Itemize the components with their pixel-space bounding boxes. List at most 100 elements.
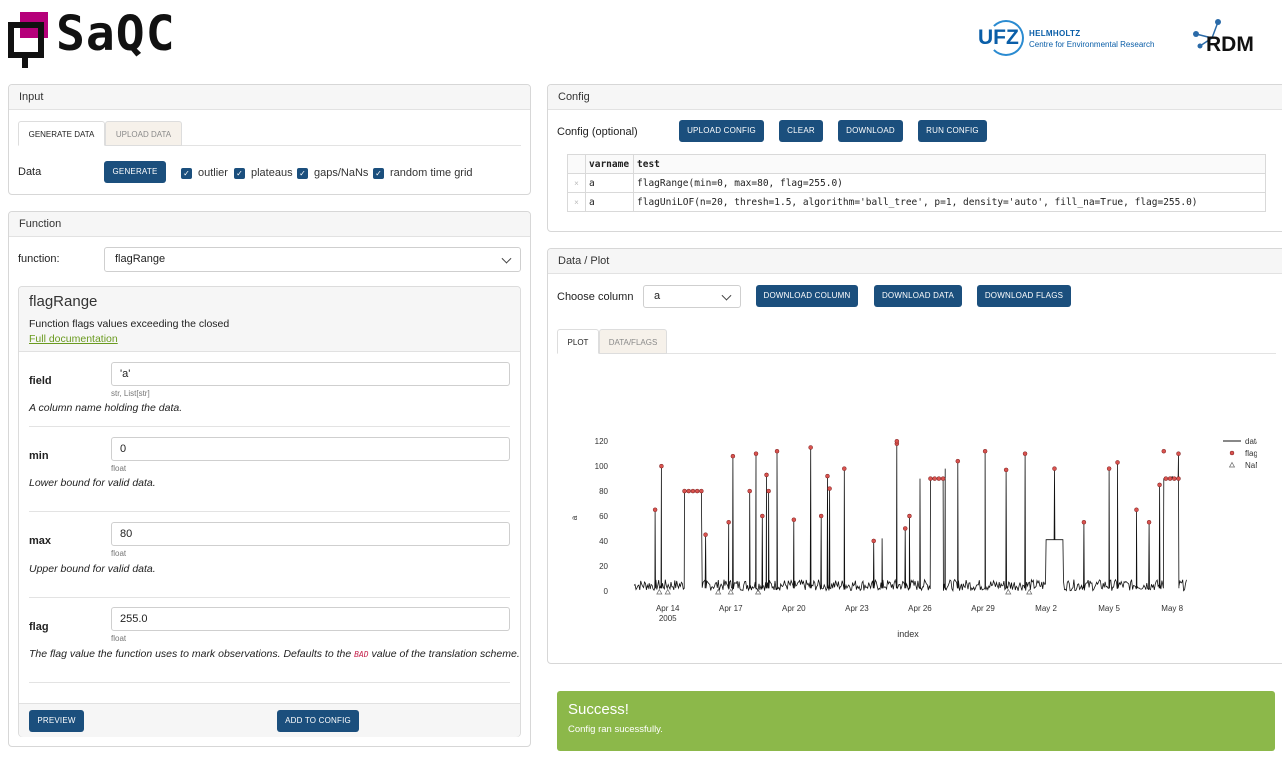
flag-point bbox=[955, 458, 961, 464]
ufz-logo-arc bbox=[988, 20, 1024, 56]
checkbox-plateaus[interactable]: ✓ plateaus bbox=[234, 166, 293, 180]
x-tick-label: Apr 29 bbox=[971, 604, 995, 613]
param-input-field[interactable]: 'a' bbox=[111, 362, 510, 386]
download-column-button[interactable]: DOWNLOAD COLUMN bbox=[756, 285, 858, 307]
flag-point bbox=[827, 486, 832, 491]
checkbox-label: random time grid bbox=[390, 167, 473, 179]
generate-button[interactable]: GENERATE bbox=[104, 161, 166, 183]
delete-row-icon[interactable]: × bbox=[567, 192, 586, 212]
function-panel-title: Function bbox=[9, 212, 530, 237]
tab-plot[interactable]: PLOT bbox=[557, 329, 599, 354]
flag-point bbox=[808, 445, 813, 450]
table-cell[interactable]: flagUniLOF(n=20, thresh=1.5, algorithm='… bbox=[633, 192, 1266, 212]
legend-marker-flags bbox=[1229, 450, 1235, 456]
x-tick-label: May 2 bbox=[1035, 604, 1057, 613]
run-config-button[interactable]: RUN CONFIG bbox=[918, 120, 987, 142]
tab-generate-data[interactable]: GENERATE DATA bbox=[18, 121, 105, 146]
param-input-max[interactable]: 80 bbox=[111, 522, 510, 546]
flag-point bbox=[928, 476, 933, 481]
flag-point bbox=[982, 448, 988, 454]
table-cell[interactable]: flagRange(min=0, max=80, flag=255.0) bbox=[633, 173, 1266, 193]
nan-marker bbox=[1005, 588, 1012, 595]
table-cell[interactable]: a bbox=[585, 192, 634, 212]
param-input-min[interactable]: 0 bbox=[111, 437, 510, 461]
config-panel-title: Config bbox=[548, 85, 1282, 110]
column-select[interactable]: a bbox=[643, 285, 741, 308]
param-input-flag[interactable]: 255.0 bbox=[111, 607, 510, 631]
flag-point bbox=[791, 517, 797, 522]
saqc-logo: SaQC bbox=[8, 6, 188, 68]
flag-point bbox=[686, 488, 692, 494]
flag-point bbox=[1022, 451, 1028, 456]
function-select-value: flagRange bbox=[115, 253, 166, 265]
config-label: Config (optional) bbox=[557, 126, 638, 138]
download-config-button[interactable]: DOWNLOAD bbox=[838, 120, 903, 142]
download-flags-button[interactable]: DOWNLOAD FLAGS bbox=[977, 285, 1071, 307]
function-name: flagRange bbox=[29, 293, 98, 310]
flag-point bbox=[1003, 467, 1009, 473]
table-cell[interactable]: a bbox=[585, 173, 634, 193]
checkbox-label: plateaus bbox=[251, 167, 293, 179]
tab-data-flags[interactable]: DATA/FLAGS bbox=[599, 329, 667, 354]
ufz-logo: UFZ HELMHOLTZ Centre for Environmental R… bbox=[978, 20, 1168, 56]
ufz-logo-name: HELMHOLTZ bbox=[1029, 29, 1081, 38]
choose-column-label: Choose column bbox=[557, 291, 634, 303]
saqc-logo-mark bbox=[8, 12, 52, 68]
delete-row-icon[interactable]: × bbox=[567, 173, 586, 193]
checkbox-label: outlier bbox=[198, 167, 228, 179]
y-tick-label: 120 bbox=[595, 437, 609, 446]
flag-point bbox=[699, 488, 704, 494]
data-plot-panel-title: Data / Plot bbox=[548, 249, 1282, 274]
input-panel-title: Input bbox=[9, 85, 530, 110]
flag-point bbox=[825, 473, 830, 479]
table-row: × a flagUniLOF(n=20, thresh=1.5, algorit… bbox=[567, 192, 1266, 212]
flag-point bbox=[1146, 519, 1152, 525]
param-divider bbox=[29, 426, 510, 427]
function-select[interactable]: flagRange bbox=[104, 247, 521, 272]
param-label-flag: flag bbox=[29, 621, 49, 633]
data-chart[interactable]: 0 20 40 60 80 100 120 a Apr 14 Apr 17 Apr 20 Apr 23… bbox=[557, 355, 1257, 655]
checkbox-outlier[interactable]: ✓ outlier bbox=[181, 166, 228, 180]
add-to-config-button[interactable]: ADD TO CONFIG bbox=[277, 710, 359, 732]
param-label-min: min bbox=[29, 450, 49, 462]
config-table-header: varname test bbox=[567, 154, 1266, 174]
function-description: Function flags values exceeding the clos… bbox=[29, 318, 230, 330]
flag-point bbox=[753, 451, 759, 456]
tab-upload-data[interactable]: UPLOAD DATA bbox=[105, 121, 182, 146]
y-tick-label: 0 bbox=[604, 587, 609, 596]
x-tick-sublabel: 2005 bbox=[659, 614, 677, 623]
config-table: varname test × a flagRange(min=0, max=80… bbox=[567, 154, 1266, 212]
param-type-flag: float bbox=[111, 634, 127, 643]
nan-marker bbox=[1026, 588, 1033, 595]
flag-point bbox=[1106, 466, 1112, 471]
param-desc-min: Lower bound for valid data. bbox=[29, 477, 156, 489]
checkbox-gaps-nans[interactable]: ✓ gaps/NaNs bbox=[297, 166, 368, 180]
rdm-logo-text: RDM bbox=[1206, 33, 1254, 56]
checkbox-label: gaps/NaNs bbox=[314, 167, 369, 179]
x-tick-label: Apr 26 bbox=[908, 604, 932, 613]
param-desc-max: Upper bound for valid data. bbox=[29, 563, 156, 575]
preview-button[interactable]: PREVIEW bbox=[29, 710, 84, 732]
flag-point bbox=[1176, 451, 1181, 456]
checkbox-random-time-grid[interactable]: ✓ random time grid bbox=[373, 166, 473, 180]
param-type-field: str, List[str] bbox=[111, 389, 150, 398]
check-icon: ✓ bbox=[234, 167, 245, 179]
x-tick-label: Apr 20 bbox=[782, 604, 806, 613]
param-divider bbox=[29, 511, 510, 512]
flag-point bbox=[936, 476, 942, 481]
success-alert: Success! Config ran sucessfully. bbox=[557, 691, 1275, 751]
legend-label: NaNs bbox=[1245, 461, 1257, 470]
flag-point bbox=[747, 488, 752, 494]
clear-button[interactable]: CLEAR bbox=[779, 120, 823, 142]
y-axis-label: a bbox=[570, 515, 579, 520]
upload-config-button[interactable]: UPLOAD CONFIG bbox=[679, 120, 764, 142]
x-tick-label: Apr 17 bbox=[719, 604, 743, 613]
param-label-max: max bbox=[29, 535, 52, 547]
function-card-header: flagRange Function flags values exceedin… bbox=[19, 287, 520, 352]
x-axis-label: index bbox=[897, 629, 919, 639]
flag-point bbox=[907, 513, 912, 519]
y-tick-label: 20 bbox=[599, 562, 608, 571]
full-documentation-link[interactable]: Full documentation bbox=[29, 333, 118, 345]
saqc-logo-text: SaQC bbox=[56, 6, 176, 62]
download-data-button[interactable]: DOWNLOAD DATA bbox=[874, 285, 962, 307]
